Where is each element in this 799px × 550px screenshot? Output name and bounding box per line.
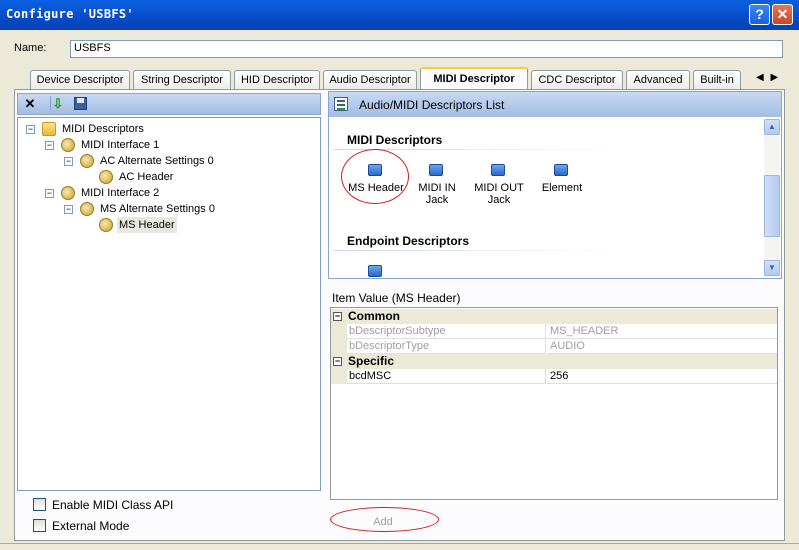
descriptor-label: MIDI IN	[418, 182, 456, 194]
property-value: MS_HEADER	[547, 324, 777, 339]
tab-scroll-right-icon[interactable]: ▶	[770, 72, 778, 83]
speaker-icon	[99, 170, 113, 184]
descriptor-tree: − MIDI Descriptors − MIDI Interface 1 − …	[17, 117, 321, 491]
property-category-specific[interactable]: − Specific	[331, 354, 777, 369]
descriptor-icon	[491, 164, 507, 180]
folder-icon	[42, 122, 56, 136]
row-gutter	[331, 324, 347, 339]
dialog-bottom-edge	[0, 543, 799, 550]
speaker-icon	[61, 186, 75, 200]
tab-cdc-descriptor[interactable]: CDC Descriptor	[531, 70, 623, 90]
tree-node-label: MS Alternate Settings 0	[100, 203, 215, 215]
tree-node-label: AC Alternate Settings 0	[100, 155, 214, 167]
speaker-icon	[61, 138, 75, 152]
tab-midi-descriptor[interactable]: MIDI Descriptor	[420, 67, 528, 90]
descriptor-tree-pane: ✕ ⇩ − MIDI Descriptors − MIDI Interface …	[17, 93, 321, 541]
scroll-up-icon[interactable]: ▲	[764, 119, 780, 135]
property-name: bDescriptorType	[347, 339, 546, 354]
close-button[interactable]: ✕	[772, 4, 793, 25]
descriptor-item-element[interactable]: Element	[530, 162, 594, 194]
descriptor-icon	[368, 265, 384, 277]
name-label: Name:	[14, 42, 47, 54]
checkbox-label: Enable MIDI Class API	[52, 498, 174, 512]
row-gutter	[331, 369, 347, 384]
row-gutter	[331, 339, 347, 354]
category-label: Specific	[348, 354, 395, 368]
tab-scroll-buttons: ◀ ▶	[756, 72, 778, 83]
collapse-icon[interactable]: −	[64, 157, 73, 166]
tree-node-label: AC Header	[119, 171, 174, 183]
scroll-thumb[interactable]	[764, 175, 780, 237]
collapse-icon[interactable]: −	[45, 141, 54, 150]
collapse-icon[interactable]: −	[64, 205, 73, 214]
descriptor-label: MIDI OUT	[474, 182, 524, 194]
section-title-midi-descriptors: MIDI Descriptors	[347, 133, 443, 147]
property-grid: − Common bDescriptorSubtype MS_HEADER bD…	[330, 307, 778, 500]
collapse-icon[interactable]: −	[26, 125, 35, 134]
tree-node-label: MS Header	[117, 217, 177, 233]
tab-scroll-left-icon[interactable]: ◀	[756, 72, 764, 83]
property-row-bcdmsc[interactable]: bcdMSC 256	[331, 369, 777, 384]
annotation-ellipse-ms-header	[341, 149, 409, 204]
tree-node-label: MIDI Interface 2	[81, 187, 160, 199]
window-title: Configure 'USBFS'	[6, 7, 134, 21]
descriptor-tabs: Device Descriptor String Descriptor HID …	[18, 67, 799, 90]
tab-device-descriptor[interactable]: Device Descriptor	[30, 70, 130, 90]
property-row-bdescriptortype[interactable]: bDescriptorType AUDIO	[331, 339, 777, 354]
collapse-icon[interactable]: −	[333, 312, 342, 321]
tab-built-in[interactable]: Built-in	[693, 70, 741, 90]
speaker-icon	[80, 154, 94, 168]
property-category-common[interactable]: − Common	[331, 309, 777, 324]
delete-icon[interactable]: ✕	[22, 96, 38, 112]
class-options: Enable MIDI Class API External Mode	[17, 493, 321, 541]
tree-toolbar: ✕ ⇩	[17, 93, 321, 115]
descriptor-label: Element	[541, 182, 583, 194]
tree-node-label: MIDI Descriptors	[62, 123, 144, 135]
property-value[interactable]: 256	[547, 369, 777, 384]
speaker-icon	[80, 202, 94, 216]
collapse-icon[interactable]: −	[45, 189, 54, 198]
descriptor-label-line2: Jack	[425, 194, 449, 206]
item-value-panel: Item Value (MS Header) − Common bDescrip…	[328, 285, 782, 541]
collapse-icon[interactable]: −	[333, 357, 342, 366]
speaker-icon	[99, 218, 113, 232]
name-input[interactable]: USBFS	[70, 40, 783, 58]
tree-node-label: MIDI Interface 1	[81, 139, 160, 151]
descriptor-item-midi-in-jack[interactable]: MIDI IN Jack	[405, 162, 469, 206]
property-value: AUDIO	[547, 339, 777, 354]
descriptors-list-title: Audio/MIDI Descriptors List	[359, 98, 505, 112]
category-label: Common	[348, 309, 400, 323]
item-value-title: Item Value (MS Header)	[332, 291, 461, 305]
descriptor-item-midi-out-jack[interactable]: MIDI OUT Jack	[467, 162, 531, 206]
descriptor-icon	[554, 164, 570, 180]
external-mode-checkbox[interactable]	[33, 519, 46, 532]
scroll-down-icon[interactable]: ▼	[764, 260, 780, 276]
descriptors-list-header: Audio/MIDI Descriptors List	[329, 92, 781, 117]
property-name: bDescriptorSubtype	[347, 324, 546, 339]
window-titlebar: Configure 'USBFS' ? ✕	[0, 0, 799, 30]
tab-string-descriptor[interactable]: String Descriptor	[133, 70, 231, 90]
help-button[interactable]: ?	[749, 4, 770, 25]
section-title-endpoint-descriptors: Endpoint Descriptors	[347, 234, 470, 248]
save-icon[interactable]	[72, 96, 88, 112]
descriptor-icon	[429, 164, 445, 180]
tab-hid-descriptor[interactable]: HID Descriptor	[234, 70, 320, 90]
tab-audio-descriptor[interactable]: Audio Descriptor	[323, 70, 417, 90]
checkbox-label: External Mode	[52, 519, 130, 533]
annotation-ellipse-add	[330, 507, 439, 532]
descriptor-label-line2: Jack	[487, 194, 511, 206]
list-icon	[334, 97, 350, 113]
section-divider	[334, 250, 624, 251]
descriptor-item-endpoint[interactable]	[344, 263, 408, 277]
descriptors-list-scrollbar[interactable]: ▲ ▼	[764, 119, 780, 276]
import-icon[interactable]: ⇩	[50, 96, 66, 112]
property-name: bcdMSC	[347, 369, 546, 384]
property-row-bdescriptorsubtype[interactable]: bDescriptorSubtype MS_HEADER	[331, 324, 777, 339]
tab-advanced[interactable]: Advanced	[626, 70, 690, 90]
enable-midi-class-api-checkbox[interactable]	[33, 498, 46, 511]
